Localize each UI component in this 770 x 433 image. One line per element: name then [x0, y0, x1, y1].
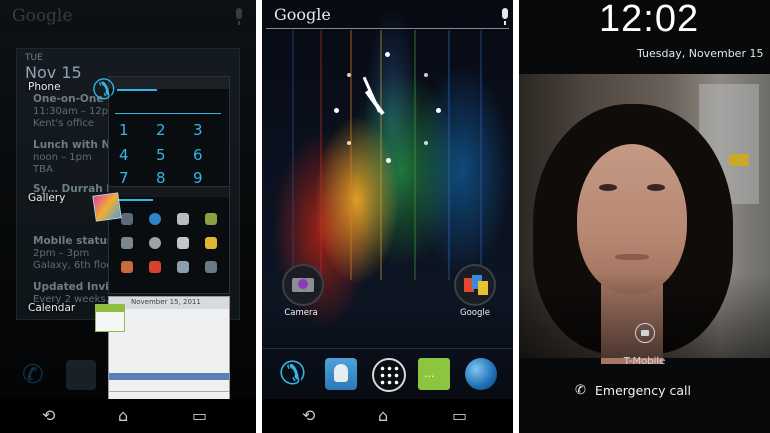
dial-key: 8: [156, 169, 166, 187]
event-place: Galaxy, 6th floor: [33, 260, 117, 271]
app-grid-icon: [149, 213, 161, 225]
search-bar-dimmed: Google: [0, 0, 256, 34]
clock-tick: [347, 141, 351, 145]
app-grid-icon: [149, 261, 161, 273]
browser-icon[interactable]: [465, 358, 497, 390]
app-grid-icon: [121, 261, 133, 273]
search-bar-label: Google: [12, 6, 73, 26]
mic-icon: [236, 8, 242, 25]
carrier-label: T-Mobile: [623, 356, 666, 367]
contacts-icon[interactable]: [325, 358, 357, 390]
app-grid-icon: [205, 213, 217, 225]
clock-tick: [424, 73, 428, 77]
lock-screen: 12:02 Tuesday, November 15 T-Mobile ✆ Em…: [519, 0, 770, 433]
clock-tick: [334, 108, 339, 113]
clock-tick: [424, 141, 428, 145]
unlock-icon[interactable]: [635, 323, 655, 343]
calendar-thumb-title: November 15, 2011: [131, 298, 201, 306]
calendar-event-block: [109, 373, 229, 380]
dial-key: 7: [119, 169, 129, 187]
folder-item: [478, 281, 488, 295]
clock-hour-hand: [364, 90, 385, 116]
app-grid-icon: [149, 237, 161, 249]
camera-lens: [298, 279, 308, 289]
divider: [109, 391, 229, 392]
navigation-bar: ⟲ ⌂ ▭: [0, 399, 256, 433]
app-grid-icon: [205, 261, 217, 273]
event-time: 2pm – 3pm: [33, 248, 90, 259]
navigation-bar: ⟲ ⌂ ▭: [262, 399, 513, 433]
photo-shade: [519, 74, 770, 358]
recent-app-label: Phone: [28, 81, 61, 93]
dial-key: 9: [193, 169, 203, 187]
dialer-tabs: [109, 77, 229, 89]
dial-key: 1: [119, 121, 129, 139]
recent-apps-screen: Google TUE Nov 15 One-on-One w/… 11:30am…: [0, 0, 256, 433]
widget-date: Nov 15: [25, 63, 82, 82]
phone-icon: ✆: [92, 73, 116, 106]
lock-clock: 12:02: [599, 0, 700, 40]
dial-key: 2: [156, 121, 166, 139]
calendar-icon: [95, 304, 125, 332]
dial-key: 5: [156, 146, 166, 164]
clock-tick: [347, 73, 351, 77]
app-grid-icon: [121, 213, 133, 225]
event-place: TBA: [33, 164, 53, 175]
home-icon[interactable]: ⌂: [378, 408, 388, 424]
event-place: Kent's office: [33, 118, 95, 129]
dial-key: 3: [193, 121, 203, 139]
clock-tick: [386, 158, 391, 163]
shortcut-label: Camera: [284, 308, 318, 318]
app-grid-icon: [177, 237, 189, 249]
recent-app-phone-thumbnail[interactable]: 1 2 3 4 5 6 7 8 9: [108, 76, 230, 188]
clock-tick: [385, 52, 390, 57]
all-apps-icon[interactable]: [372, 358, 406, 392]
emergency-call-button[interactable]: ✆ Emergency call: [575, 383, 691, 398]
shortcut-label: Google: [460, 308, 490, 318]
camera-shortcut[interactable]: [282, 264, 324, 306]
google-folder-shortcut[interactable]: [454, 264, 496, 306]
app-grid-icon: [177, 261, 189, 273]
recent-app-gallery-thumbnail[interactable]: [108, 186, 230, 294]
recent-app-label: Calendar: [28, 302, 76, 314]
event-time: 11:30am – 12pm: [33, 106, 118, 117]
dial-key: 6: [193, 146, 203, 164]
gallery-action-bar: [109, 187, 229, 197]
gallery-icon: [92, 192, 122, 222]
recent-apps-icon[interactable]: ▭: [452, 408, 467, 424]
dialer-number-field: [115, 97, 221, 114]
back-icon[interactable]: ⟲: [42, 408, 55, 424]
back-icon[interactable]: ⟲: [302, 408, 315, 424]
recent-app-label: Gallery: [28, 192, 66, 204]
widget-day: TUE: [25, 53, 43, 63]
lock-date: Tuesday, November 15: [637, 47, 764, 60]
recent-apps-icon[interactable]: ▭: [192, 408, 207, 424]
dialer-tab-indicator: [117, 89, 157, 91]
emergency-call-label: Emergency call: [595, 383, 691, 398]
clock-tick: [436, 108, 441, 113]
face-unlock-camera-preview: [519, 74, 770, 364]
dock-divider: [262, 348, 513, 349]
event-time: noon – 1pm: [33, 152, 92, 163]
contacts-dock-icon-dimmed: [66, 360, 96, 390]
phone-dock-icon-dimmed: ✆: [22, 360, 44, 390]
messaging-icon[interactable]: ···: [418, 358, 450, 390]
home-icon[interactable]: ⌂: [118, 408, 128, 424]
app-grid-icon: [205, 237, 217, 249]
phone-icon[interactable]: ✆: [279, 354, 306, 392]
dial-key: 4: [119, 146, 129, 164]
recent-app-calendar-thumbnail[interactable]: November 15, 2011: [108, 296, 230, 400]
analog-clock-widget[interactable]: [262, 0, 513, 250]
home-screen: Google Camera Google ✆ ··· ⟲ ⌂ ▭: [262, 0, 513, 433]
app-grid-icon: [121, 237, 133, 249]
app-grid-icon: [177, 213, 189, 225]
phone-icon: ✆: [575, 383, 586, 398]
